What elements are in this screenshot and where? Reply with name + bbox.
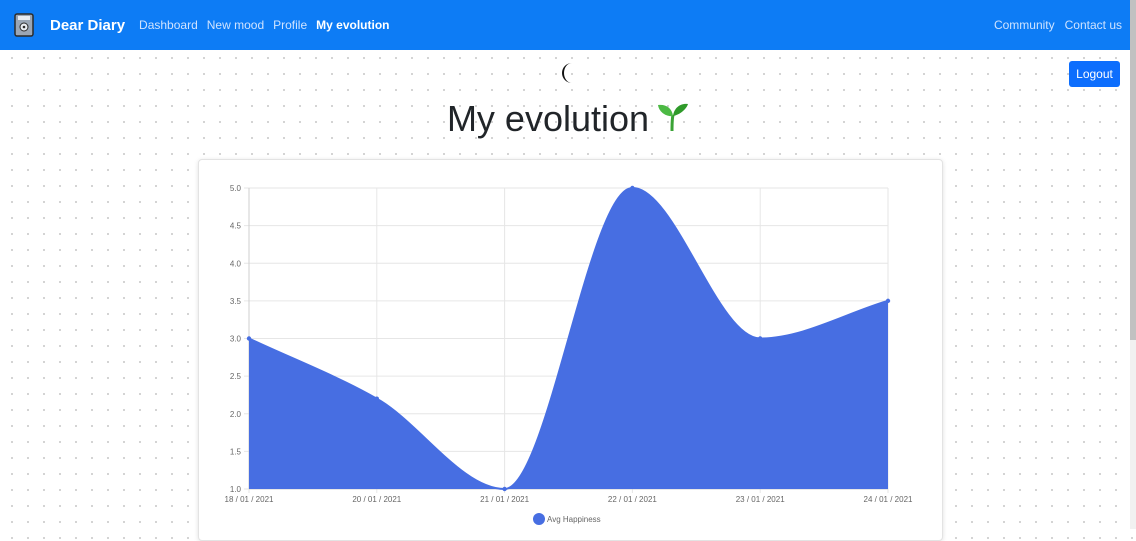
nav-contact-us[interactable]: Contact us <box>1065 18 1122 32</box>
data-point <box>246 336 252 341</box>
x-tick-label: 23 / 01 / 2021 <box>736 495 785 504</box>
x-tick-label: 24 / 01 / 2021 <box>864 495 913 504</box>
x-tick-label: 18 / 01 / 2021 <box>225 495 274 504</box>
data-point <box>502 486 507 492</box>
diary-icon[interactable] <box>12 12 36 38</box>
y-tick-label: 3.0 <box>230 335 242 344</box>
y-tick-label: 2.0 <box>230 410 242 419</box>
x-tick-label: 21 / 01 / 2021 <box>480 495 529 504</box>
top-navbar: Dear Diary Dashboard New mood Profile My… <box>0 0 1130 50</box>
data-point <box>758 336 763 341</box>
page-scrollbar[interactable] <box>1130 0 1136 529</box>
x-tick-label: 20 / 01 / 2021 <box>352 495 401 504</box>
nav-dashboard[interactable]: Dashboard <box>139 18 198 32</box>
data-point <box>630 185 635 191</box>
x-tick-label: 22 / 01 / 2021 <box>608 495 657 504</box>
nav-profile[interactable]: Profile <box>273 18 307 32</box>
page-title: My evolution <box>446 98 650 139</box>
data-point <box>885 298 891 304</box>
nav-my-evolution[interactable]: My evolution <box>316 18 389 32</box>
scrollbar-thumb[interactable] <box>1130 0 1136 340</box>
logout-button[interactable]: Logout <box>1069 61 1120 87</box>
moon-icon[interactable] <box>557 60 581 86</box>
y-tick-label: 1.5 <box>230 447 242 456</box>
happiness-chart: 1.0 1.5 2.0 2.5 3.0 3.5 4.0 4.5 5.0 18 / 01 / 202… <box>225 184 913 525</box>
nav-new-mood[interactable]: New mood <box>207 18 264 32</box>
y-tick-label: 2.5 <box>230 372 242 381</box>
legend-label: Avg Happiness <box>547 515 601 524</box>
y-tick-label: 1.0 <box>230 485 242 494</box>
nav-community[interactable]: Community <box>994 18 1055 32</box>
nav-right-group: Community Contact us <box>984 18 1122 32</box>
chart-card: 1.0 1.5 2.0 2.5 3.0 3.5 4.0 4.5 5.0 18 / 01 / 202… <box>198 159 943 541</box>
y-tick-label: 3.5 <box>230 297 242 306</box>
legend-swatch <box>533 513 545 525</box>
y-tick-label: 5.0 <box>230 184 242 193</box>
page-title-row: My evolution <box>0 94 1136 146</box>
brand-link[interactable]: Dear Diary <box>50 17 125 34</box>
sprout-icon <box>657 96 689 146</box>
data-point <box>374 396 379 401</box>
y-tick-label: 4.0 <box>230 259 242 268</box>
y-tick-label: 4.5 <box>230 222 242 231</box>
